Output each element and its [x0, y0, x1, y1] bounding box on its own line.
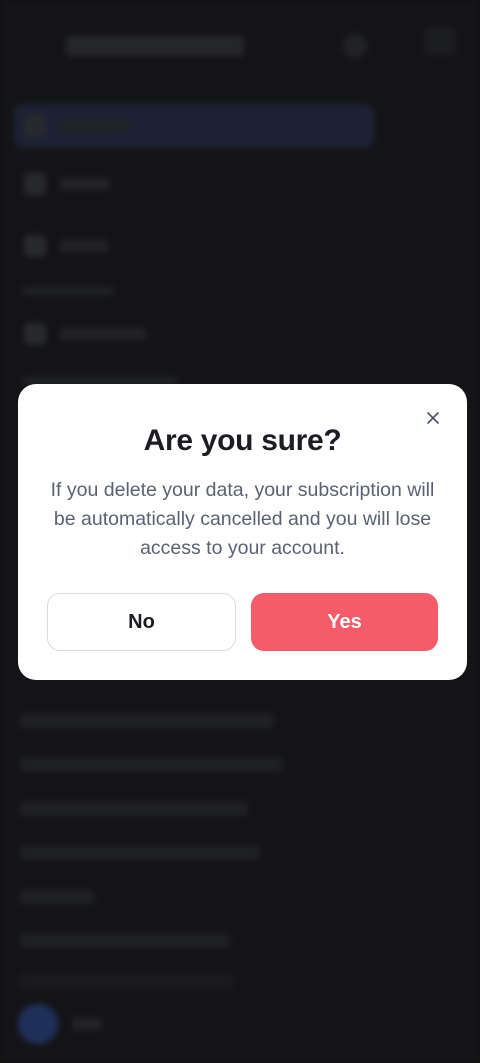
- dialog-title: Are you sure?: [143, 424, 342, 457]
- no-button[interactable]: No: [47, 593, 236, 651]
- yes-button[interactable]: Yes: [251, 593, 438, 651]
- confirm-dialog: Are you sure? If you delete your data, y…: [18, 384, 467, 680]
- close-icon: [427, 412, 439, 424]
- dialog-message: If you delete your data, your subscripti…: [50, 479, 435, 559]
